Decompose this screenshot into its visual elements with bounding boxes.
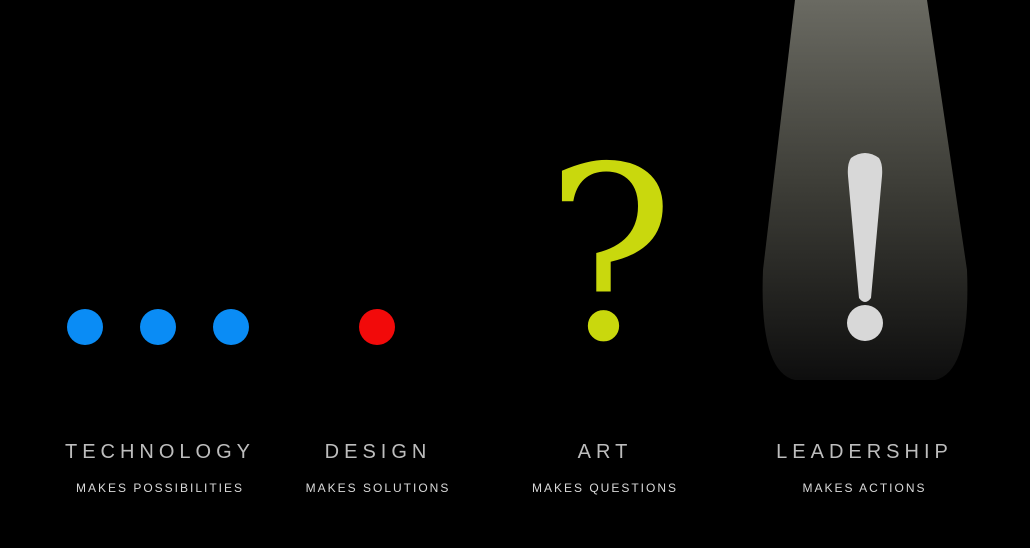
technology-subtitle: MAKES POSSIBILITIES [75,481,245,495]
design-title: DESIGN [324,441,432,463]
red-dot-icon [359,309,395,345]
leadership-subtitle: MAKES ACTIONS [802,481,927,495]
art-subtitle: MAKES QUESTIONS [531,481,679,495]
technology-title: TECHNOLOGY [64,441,256,463]
design-subtitle: MAKES SOLUTIONS [305,481,451,495]
leadership-title: LEADERSHIP [776,441,953,463]
blue-dot [140,309,176,345]
art-title: ART [577,441,633,463]
question-mark-icon: ? [545,115,675,395]
blue-dot [213,309,249,345]
exclamation-mark-icon [847,153,883,341]
blue-dot [67,309,103,345]
slide: ? TECHNOLOGY MAKES POSSIBILITIES DESIGN … [0,0,1030,548]
